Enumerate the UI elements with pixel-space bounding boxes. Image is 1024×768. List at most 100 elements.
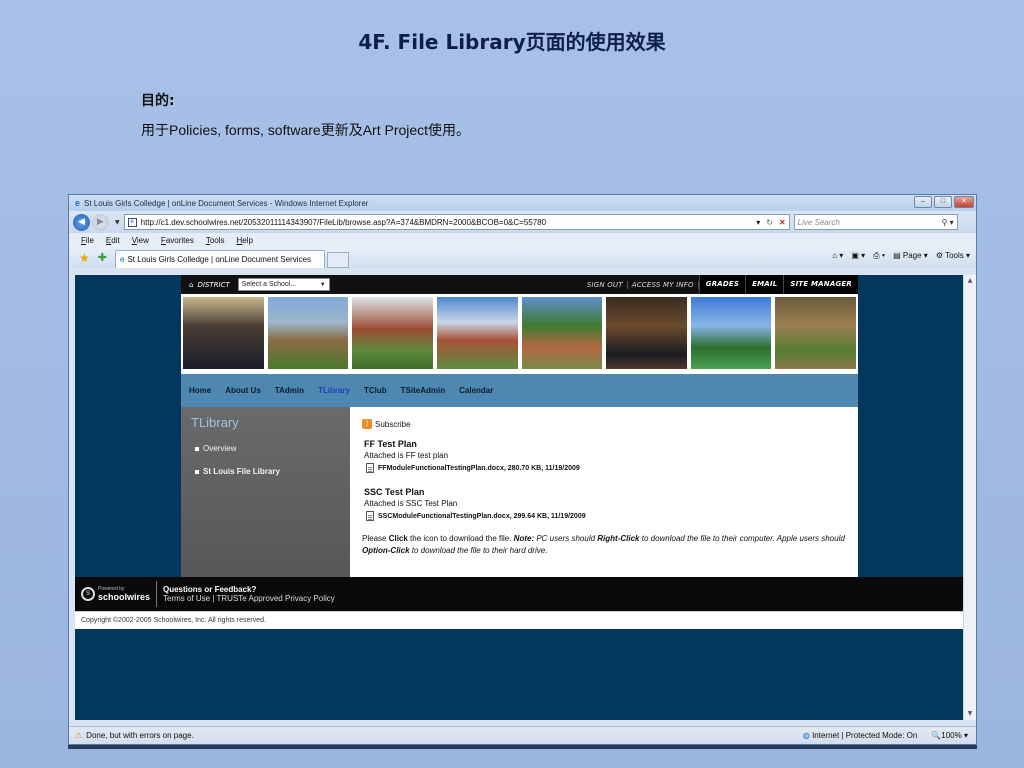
banner-photo-building [352, 297, 433, 369]
page-menu[interactable]: ▤ Page ▾ [893, 251, 928, 261]
access-my-info-link[interactable]: ACCESS MY INFO [628, 280, 699, 289]
tab-row: ★ ✚ e St Louis Girls Colledge | onLine D… [69, 247, 976, 268]
site-manager-link[interactable]: SITE MANAGER [783, 275, 858, 294]
legal-links[interactable]: Terms of Use | TRUSTe Approved Privacy P… [163, 594, 335, 603]
content-area: TLibrary Overview St Louis File Library … [181, 407, 858, 579]
search-input[interactable]: Live Search ⚲ ▾ [793, 214, 958, 230]
entry-title: SSC Test Plan [364, 487, 425, 497]
banner-photo-campus [267, 297, 349, 369]
zoom-level[interactable]: 🔍100% ▾ [931, 731, 968, 740]
grades-link[interactable]: GRADES [698, 275, 746, 294]
stop-icon[interactable]: ✕ [779, 218, 786, 227]
document-icon[interactable] [366, 463, 374, 473]
search-icon[interactable]: ⚲ ▾ [942, 218, 957, 227]
tools-menu[interactable]: ⚙ Tools ▾ [936, 251, 970, 261]
tab-active[interactable]: e St Louis Girls Colledge | onLine Docum… [114, 250, 325, 268]
download-note: Please Click the icon to download the fi… [362, 534, 845, 555]
page-icon: e [127, 217, 137, 227]
page-viewport: ⌂ DISTRICT Select a School... ▼ SIGN OUT… [75, 275, 963, 720]
security-zone[interactable]: ◍ Internet | Protected Mode: On [803, 731, 917, 740]
photo-banner [181, 294, 858, 374]
subscribe-link[interactable]: ) Subscribe [362, 419, 846, 429]
file-download-link[interactable]: FFModuleFunctionalTestingPlan.docx, 280.… [362, 463, 846, 473]
banner-photo-quad [775, 297, 856, 369]
vertical-scrollbar[interactable]: ▲ ▼ [963, 275, 976, 720]
home-icon[interactable]: ⌂ ▾ [832, 251, 843, 261]
sidebar-item-file-library[interactable]: St Louis File Library [181, 467, 350, 476]
district-link[interactable]: DISTRICT [197, 281, 229, 289]
address-row: ◀ ▶ ▼ e http://c1.dev.schoolwires.net/20… [69, 211, 976, 233]
schoolwires-logo[interactable]: S Powered by schoolwires [75, 581, 157, 607]
nav-about-us[interactable]: About Us [225, 386, 261, 395]
nav-tsiteadmin[interactable]: TSiteAdmin [401, 386, 445, 395]
nav-home[interactable]: Home [189, 386, 211, 395]
feedback-link[interactable]: Questions or Feedback? [163, 585, 335, 594]
purpose-label: 目的: [141, 93, 175, 109]
subscribe-label: Subscribe [375, 419, 411, 429]
nav-tadmin[interactable]: TAdmin [275, 386, 304, 395]
sidebar-item-overview[interactable]: Overview [181, 444, 350, 453]
menu-help[interactable]: Help [237, 236, 253, 245]
chevron-down-icon: ▼ [319, 281, 326, 288]
sidebar-item-label: Overview [203, 444, 237, 453]
address-dropdown-icon[interactable]: ▾ [756, 218, 760, 227]
scroll-down-icon[interactable]: ▼ [964, 708, 976, 720]
menu-edit[interactable]: Edit [106, 236, 120, 245]
menu-favorites[interactable]: Favorites [161, 236, 194, 245]
new-tab-button[interactable] [326, 252, 349, 268]
menu-tools[interactable]: Tools [206, 236, 225, 245]
print-icon[interactable]: ⎙ ▾ [873, 251, 885, 261]
entry-description: Attached is FF test plan [364, 451, 449, 460]
window-titlebar: e St Louis Girls Colledge | onLine Docum… [69, 195, 976, 211]
menu-bar: File Edit View Favorites Tools Help [69, 233, 976, 247]
scroll-up-icon[interactable]: ▲ [964, 275, 976, 287]
warning-icon[interactable]: ⚠ [75, 731, 82, 740]
forward-button[interactable]: ▶ [92, 213, 109, 231]
nav-calendar[interactable]: Calendar [459, 386, 493, 395]
banner-photo-lawn [690, 297, 772, 369]
school-select-value: Select a School... [241, 281, 297, 288]
tab-title: St Louis Girls Colledge | onLine Documen… [127, 255, 311, 264]
site-footer: S Powered by schoolwires Questions or Fee… [75, 577, 963, 611]
file-library-main: ) Subscribe FF Test Plan Attached is FF … [350, 407, 858, 579]
maximize-button[interactable]: □ [934, 196, 952, 208]
favorites-star-icon[interactable]: ★ [79, 251, 90, 265]
nav-tclub[interactable]: TClub [364, 386, 387, 395]
close-button[interactable]: ✕ [954, 196, 974, 208]
nav-tlibrary[interactable]: TLibrary [318, 386, 350, 395]
banner-photo-hall [436, 297, 518, 369]
back-button[interactable]: ◀ [73, 213, 90, 231]
refresh-icon[interactable]: ↻ [766, 218, 773, 227]
file-info: FFModuleFunctionalTestingPlan.docx, 280.… [378, 464, 580, 472]
status-bar: ⚠ Done, but with errors on page. ◍ Inter… [69, 726, 976, 744]
sign-out-link[interactable]: SIGN OUT [583, 280, 628, 289]
sidebar-item-label: St Louis File Library [203, 467, 280, 476]
globe-icon: ◍ [802, 731, 810, 740]
top-strip: ⌂ DISTRICT Select a School... ▼ SIGN OUT… [181, 275, 858, 294]
address-bar[interactable]: e http://c1.dev.schoolwires.net/20532011… [123, 214, 790, 230]
search-placeholder: Live Search [797, 217, 840, 227]
menu-view[interactable]: View [132, 236, 149, 245]
sidebar-title: TLibrary [191, 415, 239, 430]
document-icon[interactable] [366, 511, 374, 521]
taskbar [68, 745, 977, 749]
status-text: Done, but with errors on page. [86, 731, 194, 740]
minimize-button[interactable]: – [914, 196, 932, 208]
history-dropdown-icon[interactable]: ▼ [115, 219, 120, 226]
feeds-icon[interactable]: ▣ ▾ [851, 251, 865, 261]
add-favorites-icon[interactable]: ✚ [98, 251, 107, 264]
school-site: ⌂ DISTRICT Select a School... ▼ SIGN OUT… [181, 275, 858, 579]
banner-photo-trees [521, 297, 603, 369]
school-select[interactable]: Select a School... ▼ [237, 278, 330, 291]
window-title: St Louis Girls Colledge | onLine Documen… [84, 198, 369, 208]
file-download-link[interactable]: SSCModuleFunctionalTestingPlan.docx, 299… [362, 511, 846, 521]
ie-logo-icon: e [75, 198, 81, 208]
rss-icon: ) [362, 419, 372, 429]
browser-window: e St Louis Girls Colledge | onLine Docum… [68, 194, 977, 745]
file-info: SSCModuleFunctionalTestingPlan.docx, 299… [378, 512, 586, 520]
sidebar: TLibrary Overview St Louis File Library [181, 407, 350, 579]
site-nav: Home About Us TAdmin TLibrary TClub TSit… [181, 374, 858, 407]
menu-file[interactable]: File [81, 236, 94, 245]
district-home-icon[interactable]: ⌂ [189, 281, 193, 289]
email-link[interactable]: EMAIL [745, 275, 784, 294]
